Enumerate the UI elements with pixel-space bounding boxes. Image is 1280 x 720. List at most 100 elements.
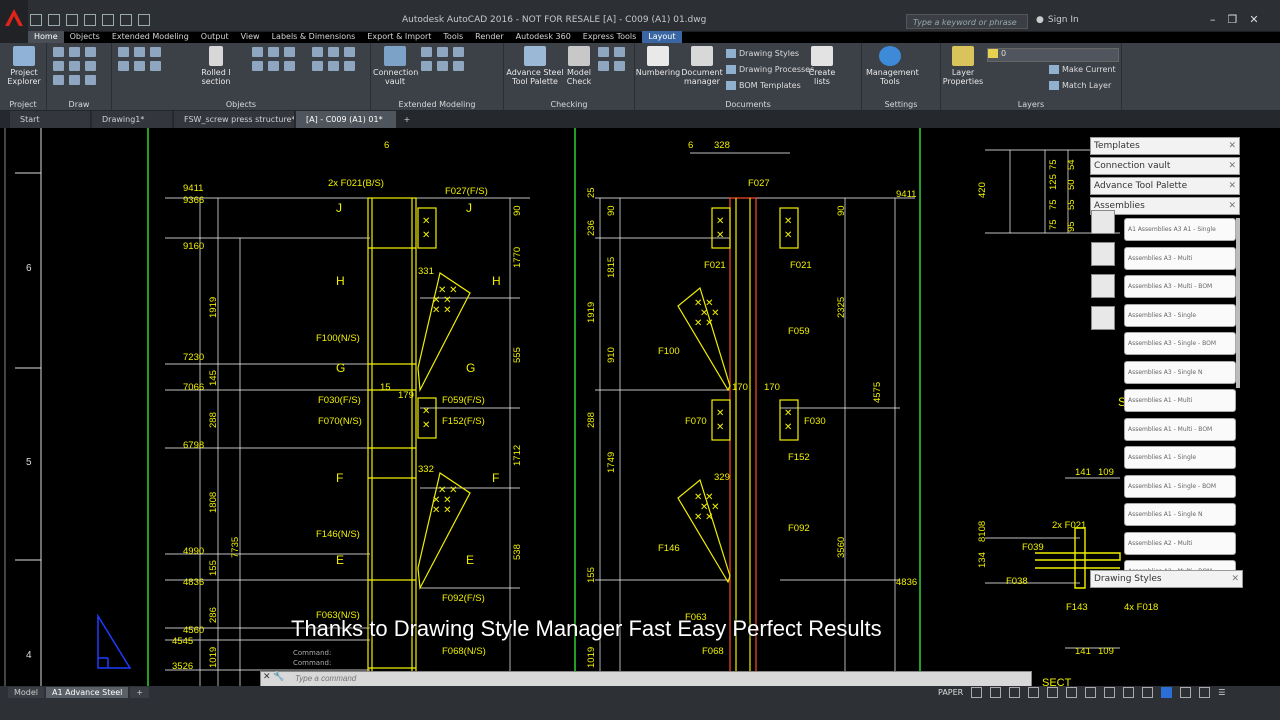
beam-icon[interactable] <box>118 47 129 57</box>
command-input[interactable] <box>295 673 995 684</box>
tool-palette-button[interactable]: Advance Steel Tool Palette <box>506 46 564 86</box>
truss-icon[interactable] <box>328 47 339 57</box>
grid-icon[interactable] <box>252 47 263 57</box>
ellipse-icon[interactable] <box>53 75 64 85</box>
palette-style-item[interactable]: Assemblies A3 - Single <box>1124 303 1236 327</box>
tab-export-import[interactable]: Export & Import <box>361 31 437 43</box>
palette-style-item[interactable]: Assemblies A1 - Multi <box>1124 389 1236 412</box>
undo-icon[interactable] <box>120 14 132 26</box>
bracing-icon[interactable] <box>284 61 295 71</box>
column-icon[interactable] <box>134 47 145 57</box>
objects-grid-a[interactable] <box>118 47 162 71</box>
add-layout-button[interactable]: + <box>130 687 150 698</box>
tab-extended-modeling[interactable]: Extended Modeling <box>106 31 195 43</box>
palette-style-item[interactable]: Assemblies A1 - Single - BOM <box>1124 474 1236 498</box>
drawing-processes-button[interactable]: Drawing Processes <box>726 65 814 74</box>
objects-grid-c[interactable] <box>312 47 356 71</box>
drawing-styles-button[interactable]: Drawing Styles <box>726 49 799 58</box>
management-tools-button[interactable]: Management Tools <box>866 46 919 86</box>
search-input[interactable]: Type a keyword or phrase <box>906 14 1028 29</box>
customization-icon[interactable] <box>1199 687 1211 698</box>
shear-icon[interactable] <box>344 61 355 71</box>
extended-modeling-grid[interactable] <box>421 47 465 71</box>
create-lists-button[interactable]: Create lists <box>805 46 839 86</box>
joist-icon[interactable] <box>344 47 355 57</box>
tab-view[interactable]: View <box>235 31 266 43</box>
clean-screen-icon[interactable] <box>1180 687 1192 698</box>
tab-labels-dimensions[interactable]: Labels & Dimensions <box>266 31 362 43</box>
checking-grid[interactable] <box>598 47 626 71</box>
shorten-icon[interactable] <box>437 61 448 71</box>
cut-icon[interactable] <box>437 47 448 57</box>
plate-icon[interactable] <box>150 47 161 57</box>
palette-style-item[interactable]: Assemblies A1 - Single <box>1124 446 1236 469</box>
stud-icon[interactable] <box>328 61 339 71</box>
palette-style-item[interactable]: Assemblies A3 - Multi - BOM <box>1124 275 1236 298</box>
palette-style-item[interactable]: A1 Assemblies A3 A1 - Single <box>1124 218 1236 241</box>
cope-icon[interactable] <box>453 47 464 57</box>
numbering-button[interactable]: Numbering <box>635 46 681 77</box>
rolled-section-button[interactable]: Rolled I section <box>194 46 238 86</box>
match-layer-button[interactable]: Match Layer <box>1049 81 1111 90</box>
snap-icon[interactable] <box>990 687 1002 698</box>
close-icon[interactable]: ✕ <box>1228 178 1236 194</box>
tab-render[interactable]: Render <box>469 31 509 43</box>
command-close-icon[interactable]: ✕ 🔧 <box>263 672 285 682</box>
redo-icon[interactable] <box>138 14 150 26</box>
cage-icon[interactable] <box>312 47 323 57</box>
isolate-icon[interactable] <box>1142 687 1154 698</box>
document-manager-button[interactable]: Document manager <box>681 46 723 86</box>
drawing-canvas[interactable]: 6 5 4 ✕ ✕ ✕ ✕ ✕ ✕ ✕ ✕ ✕ ✕ ✕ ✕ ✕ ✕ ✕ ✕ 94… <box>0 128 1280 686</box>
purlin-icon[interactable] <box>268 61 279 71</box>
anchor-icon[interactable] <box>150 61 161 71</box>
new-tab-button[interactable]: + <box>398 111 416 128</box>
doc-tab-drawing1[interactable]: Drawing1* <box>92 111 172 128</box>
weld-icon[interactable] <box>134 61 145 71</box>
save-icon[interactable] <box>66 14 78 26</box>
hatch-icon[interactable] <box>69 75 80 85</box>
restore-icon[interactable]: ❐ <box>1228 13 1238 26</box>
palette-templates-header[interactable]: Templates ✕ <box>1090 137 1240 155</box>
point-icon[interactable] <box>85 75 96 85</box>
print-icon[interactable] <box>102 14 114 26</box>
layout-tab-a1[interactable]: A1 Advance Steel <box>46 687 129 698</box>
model-check-button[interactable]: Model Check <box>564 46 594 86</box>
circle-icon[interactable] <box>53 61 64 71</box>
menu-icon[interactable]: ☰ <box>1218 688 1225 697</box>
hardware-acceleration-icon[interactable] <box>1161 687 1173 698</box>
notch-icon[interactable] <box>421 61 432 71</box>
project-explorer-button[interactable]: Project Explorer <box>4 46 44 86</box>
ortho-icon[interactable] <box>1009 687 1021 698</box>
joint-icon[interactable] <box>421 47 432 57</box>
new-icon[interactable] <box>30 14 42 26</box>
workspace-gear-icon[interactable] <box>1104 687 1116 698</box>
bolt-icon[interactable] <box>118 61 129 71</box>
drawing-view-icon[interactable] <box>1091 242 1115 266</box>
assembly-style-icon[interactable] <box>1091 210 1115 234</box>
palette-style-item[interactable]: Assemblies A2 - Multi <box>1124 531 1236 555</box>
palette-scrollbar[interactable] <box>1236 218 1240 388</box>
grid-icon[interactable] <box>971 687 983 698</box>
palette-style-item[interactable]: Assemblies A3 - Multi <box>1124 246 1236 270</box>
folded-plate-icon[interactable] <box>312 61 323 71</box>
palette-drawing-styles-footer[interactable]: Drawing Styles ✕ <box>1090 570 1243 588</box>
split-icon[interactable] <box>453 61 464 71</box>
palette-advance-tool-header[interactable]: Advance Tool Palette ✕ <box>1090 177 1240 195</box>
tab-objects[interactable]: Objects <box>64 31 106 43</box>
annotation-monitor-icon[interactable] <box>1123 687 1135 698</box>
mark-icon[interactable] <box>598 61 609 71</box>
line-icon[interactable] <box>53 47 64 57</box>
close-icon[interactable]: ✕ <box>1228 138 1236 154</box>
application-menu-button[interactable] <box>0 0 28 44</box>
layer-dropdown[interactable]: 0 <box>987 48 1119 62</box>
layout-tab-model[interactable]: Model <box>8 687 45 698</box>
rectangle-icon[interactable] <box>85 61 96 71</box>
quick-access-toolbar[interactable] <box>30 14 150 26</box>
palette-style-item[interactable]: Assemblies A3 - Single N <box>1124 360 1236 384</box>
drawing-detail-icon[interactable] <box>1091 274 1115 298</box>
spline-icon[interactable] <box>69 61 80 71</box>
audit-icon[interactable] <box>614 47 625 57</box>
tab-tools[interactable]: Tools <box>437 31 469 43</box>
arc-icon[interactable] <box>85 47 96 57</box>
make-current-button[interactable]: Make Current <box>1049 65 1116 74</box>
